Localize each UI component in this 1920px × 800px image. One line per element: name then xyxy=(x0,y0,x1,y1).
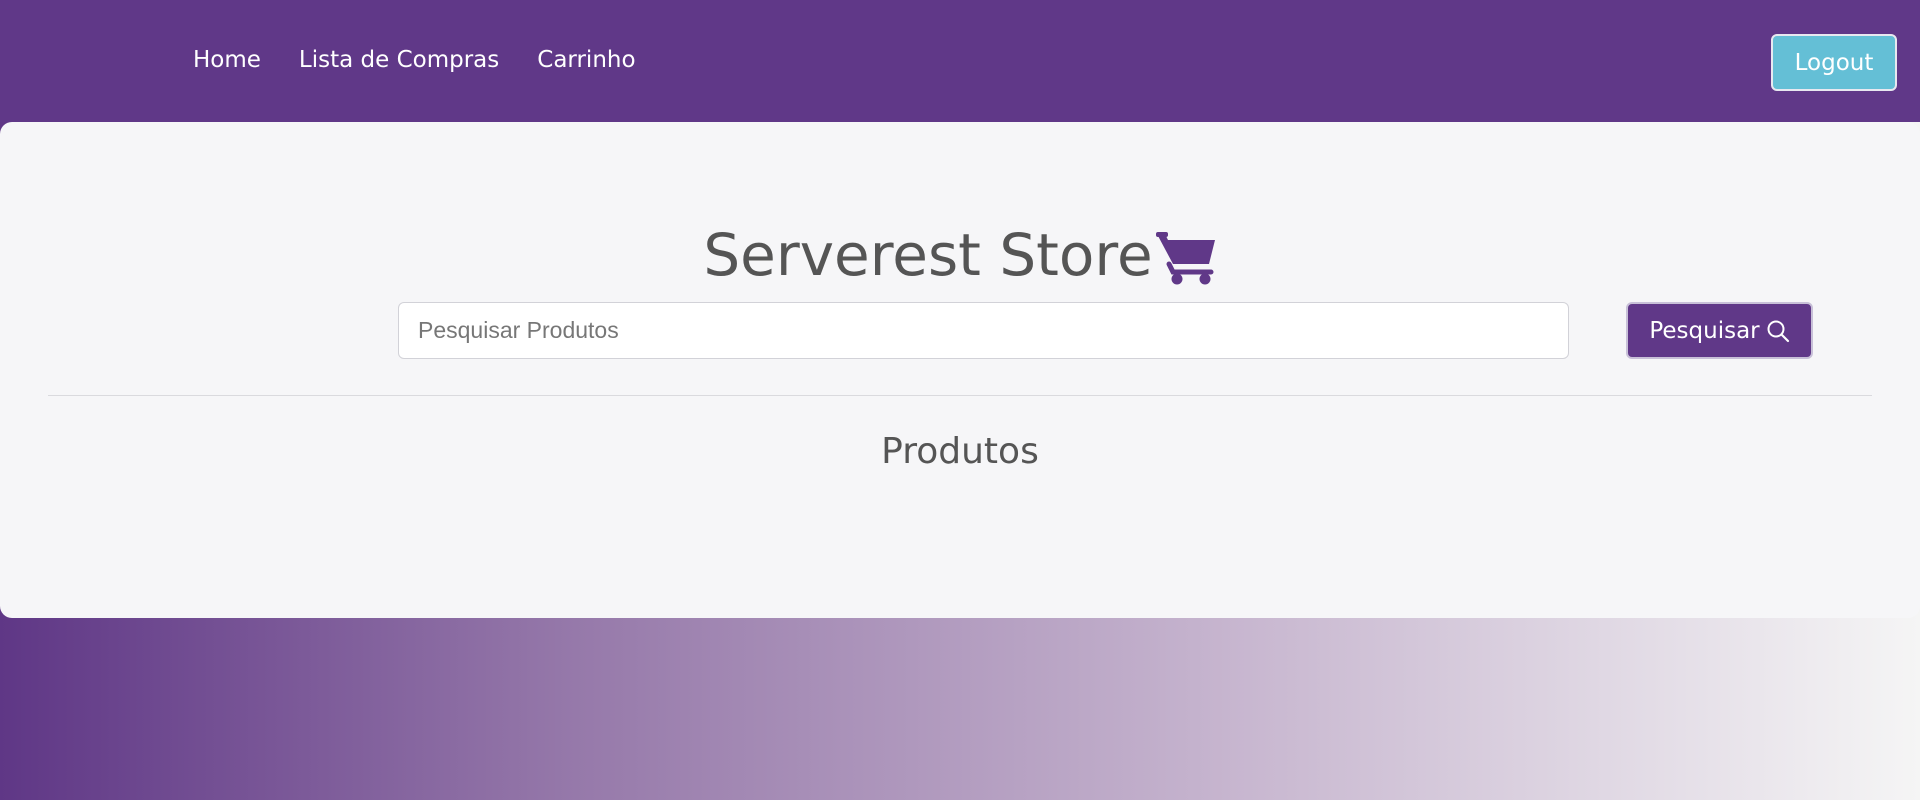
search-button-label: Pesquisar xyxy=(1649,317,1760,344)
page-title: Serverest Store xyxy=(703,221,1153,289)
section-title-produtos: Produtos xyxy=(881,431,1039,472)
nav-links: Home Lista de Compras Carrinho xyxy=(193,45,636,75)
nav-link-home[interactable]: Home xyxy=(193,45,261,75)
search-input[interactable] xyxy=(398,302,1569,359)
nav-link-carrinho[interactable]: Carrinho xyxy=(537,45,635,75)
top-navbar: Home Lista de Compras Carrinho Logout xyxy=(0,0,1920,122)
logout-button[interactable]: Logout xyxy=(1771,34,1897,91)
main-card: Serverest Store Pesquisar Produtos xyxy=(0,122,1920,618)
shopping-cart-icon xyxy=(1155,230,1217,286)
title-row: Serverest Store xyxy=(0,220,1920,290)
search-button[interactable]: Pesquisar xyxy=(1626,302,1813,359)
nav-link-lista-de-compras[interactable]: Lista de Compras xyxy=(299,45,499,75)
section-divider xyxy=(48,395,1872,396)
search-icon xyxy=(1766,319,1790,343)
